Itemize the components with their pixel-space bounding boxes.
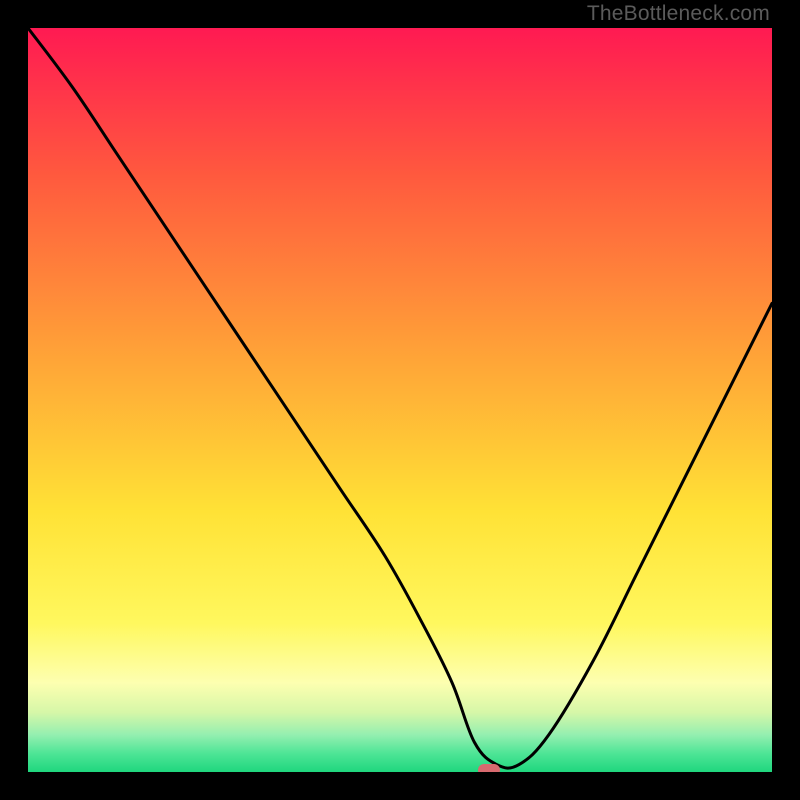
bottleneck-curve (28, 28, 772, 772)
plot-area (28, 28, 772, 772)
optimal-marker (478, 764, 500, 772)
chart-frame: TheBottleneck.com (0, 0, 800, 800)
watermark-text: TheBottleneck.com (587, 2, 770, 26)
